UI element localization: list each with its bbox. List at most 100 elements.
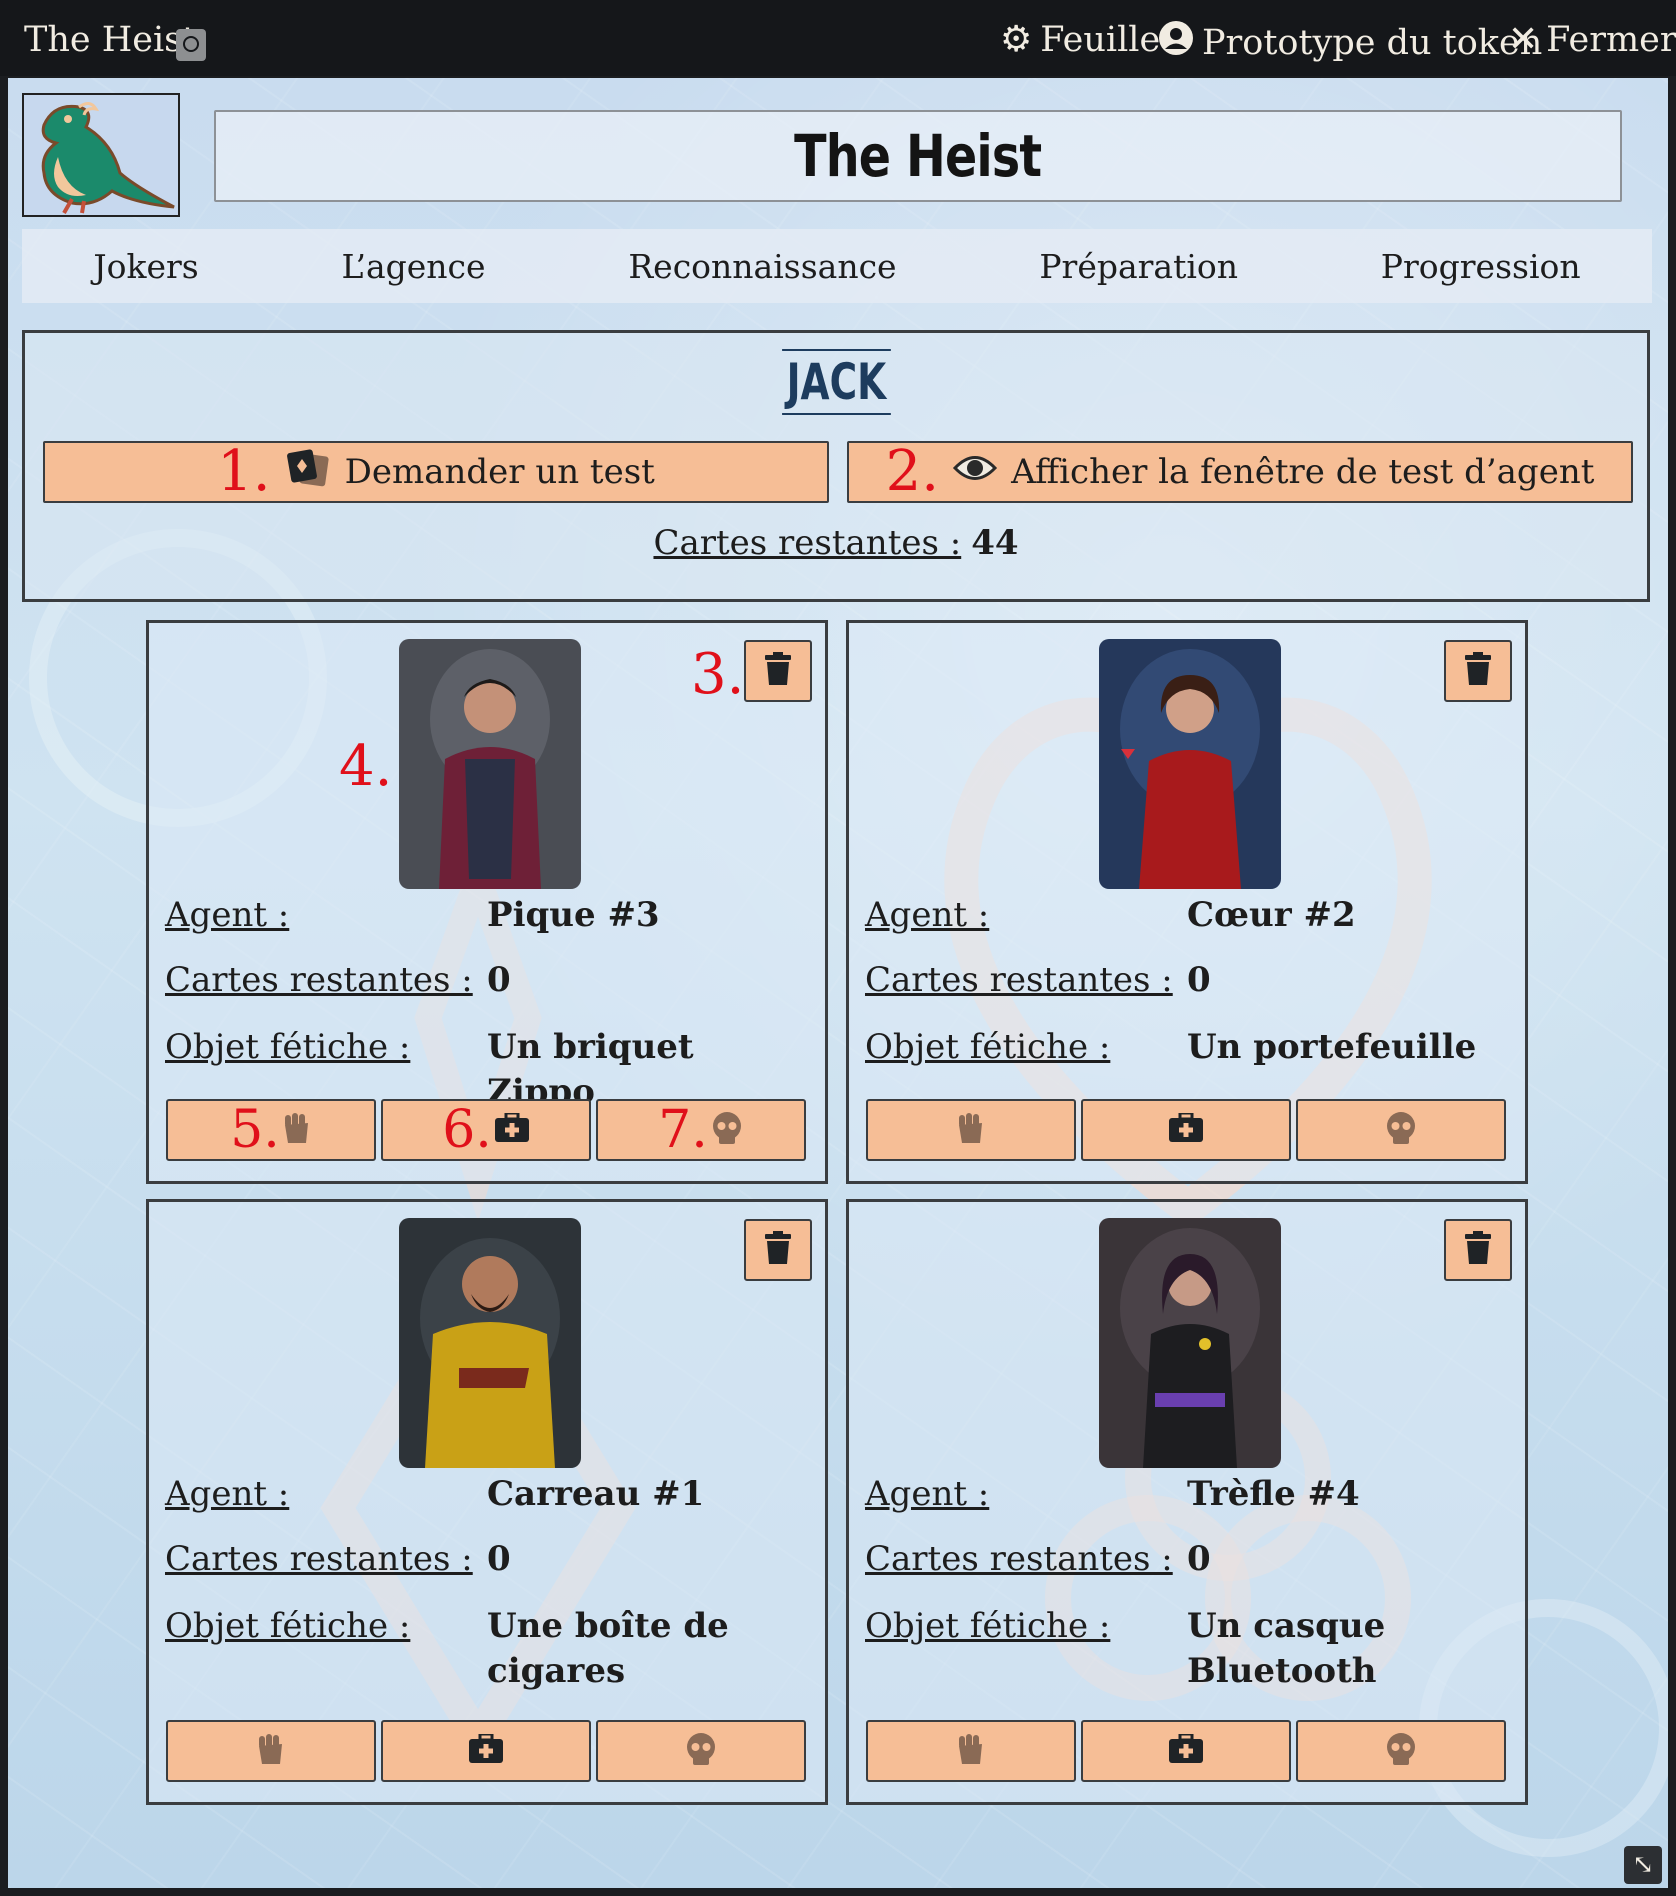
show-agent-test-window-label: Afficher la fenêtre de test d’agent	[1011, 452, 1595, 492]
tab-agence[interactable]: L’agence	[341, 247, 485, 286]
agent-value: Trèfle #4	[1187, 1474, 1360, 1514]
request-test-label: Demander un test	[344, 452, 655, 492]
fist-icon	[256, 1732, 286, 1770]
medkit-action-button[interactable]: 6.	[381, 1099, 591, 1161]
close-button[interactable]: ✕ Fermer	[1508, 20, 1676, 60]
sheet-config-button[interactable]: ⚙ Feuille	[1000, 20, 1160, 60]
character-sheet: The Heist Jokers L’agence Reconnaissance…	[8, 78, 1668, 1888]
fetish-value: Un casque Bluetooth	[1187, 1606, 1386, 1691]
fetish-label: Objet fétiche :	[165, 1606, 411, 1646]
medkit-icon	[494, 1111, 530, 1147]
medkit-action-button[interactable]	[1081, 1720, 1291, 1782]
skull-action-button[interactable]	[596, 1720, 806, 1782]
medkit-action-button[interactable]	[381, 1720, 591, 1782]
actor-name: The Heist	[794, 122, 1042, 190]
remaining-value: 0	[487, 960, 511, 1000]
annotation-1: 1.	[217, 439, 271, 504]
remaining-label: Cartes restantes :	[865, 960, 1173, 1000]
fetish-value: Un portefeuille	[1187, 1027, 1477, 1067]
annotation-6: 6.	[442, 1100, 492, 1160]
skull-action-button[interactable]	[1296, 1099, 1506, 1161]
x-icon: ✕	[1508, 19, 1539, 60]
agent-portrait[interactable]	[399, 639, 581, 889]
jack-remaining-value: 44	[971, 523, 1019, 563]
skull-icon	[710, 1111, 744, 1149]
remaining-value: 0	[1187, 1539, 1211, 1579]
agent-label: Agent :	[165, 895, 290, 935]
agent-portrait[interactable]	[1099, 639, 1281, 889]
delete-agent-button[interactable]	[1444, 640, 1512, 702]
jack-remaining-label: Cartes restantes :	[653, 523, 962, 563]
window-titlebar[interactable]: The Heist ⚙ Feuille Prototype du token ✕…	[0, 0, 1676, 76]
fist-action-button[interactable]	[866, 1099, 1076, 1161]
fist-action-button[interactable]	[166, 1720, 376, 1782]
gear-icon: ⚙	[1000, 19, 1033, 60]
remaining-label: Cartes restantes :	[165, 960, 473, 1000]
skull-action-button[interactable]: 7.	[596, 1099, 806, 1161]
tab-jokers[interactable]: Jokers	[93, 247, 198, 286]
fist-icon	[956, 1732, 986, 1770]
close-label: Fermer	[1546, 20, 1676, 60]
medkit-icon	[1168, 1111, 1204, 1147]
skull-action-button[interactable]	[1296, 1720, 1506, 1782]
show-agent-test-window-button[interactable]: 2. Afficher la fenêtre de test d’agent	[847, 441, 1633, 503]
tab-reconnaissance[interactable]: Reconnaissance	[628, 247, 896, 286]
medkit-icon	[1168, 1732, 1204, 1768]
actor-portrait[interactable]	[22, 93, 180, 217]
skull-icon	[1384, 1111, 1418, 1149]
cards-icon	[285, 448, 331, 496]
remaining-value: 0	[1187, 960, 1211, 1000]
trash-icon	[764, 652, 792, 690]
medkit-action-button[interactable]	[1081, 1099, 1291, 1161]
delete-agent-button[interactable]	[744, 1219, 812, 1281]
trash-icon	[1464, 652, 1492, 690]
agent-card-trefle: Agent : Trèfle #4 Cartes restantes : 0 O…	[846, 1199, 1528, 1805]
agent-card-coeur: Agent : Cœur #2 Cartes restantes : 0 Obj…	[846, 620, 1528, 1184]
medkit-icon	[468, 1732, 504, 1768]
annotation-4: 4.	[339, 734, 393, 799]
annotation-7: 7.	[658, 1100, 708, 1160]
annotation-3: 3.	[691, 642, 745, 707]
agent-card-carreau: Agent : Carreau #1 Cartes restantes : 0 …	[146, 1199, 828, 1805]
agent-card-pique: 4. 3. Agent : Pique #3 Cartes restantes …	[146, 620, 828, 1184]
jack-remaining-cards: Cartes restantes :44	[25, 523, 1647, 563]
fetish-value: Une boîte de cigares	[487, 1606, 729, 1691]
delete-agent-button[interactable]	[744, 640, 812, 702]
agent-label: Agent :	[165, 1474, 290, 1514]
tab-preparation[interactable]: Préparation	[1039, 247, 1238, 286]
fist-icon	[956, 1111, 986, 1149]
actor-name-field[interactable]: The Heist	[214, 110, 1622, 202]
prototype-token-label: Prototype du token	[1202, 22, 1543, 63]
fetish-label: Objet fétiche :	[865, 1606, 1111, 1646]
request-test-button[interactable]: 1. Demander un test	[43, 441, 829, 503]
eye-icon	[952, 451, 998, 494]
trash-icon	[1464, 1231, 1492, 1269]
agent-label: Agent :	[865, 895, 990, 935]
trash-icon	[764, 1231, 792, 1269]
document-id-icon[interactable]	[176, 29, 206, 61]
agent-value: Carreau #1	[487, 1474, 705, 1514]
tab-progression[interactable]: Progression	[1381, 247, 1581, 286]
window-resize-handle[interactable]: ⤡	[1624, 1846, 1662, 1884]
fist-icon	[282, 1111, 312, 1149]
agent-portrait[interactable]	[1099, 1218, 1281, 1468]
annotation-5: 5.	[230, 1100, 280, 1160]
agent-portrait[interactable]	[399, 1218, 581, 1468]
remaining-label: Cartes restantes :	[165, 1539, 473, 1579]
skull-icon	[684, 1732, 718, 1770]
agent-value: Cœur #2	[1187, 895, 1356, 935]
prototype-token-button[interactable]: Prototype du token	[1158, 20, 1542, 65]
sheet-config-label: Feuille	[1040, 20, 1161, 60]
fist-action-button[interactable]: 5.	[166, 1099, 376, 1161]
jack-panel: JACK 1. Demander un test 2. Afficher la …	[22, 330, 1650, 602]
jack-title: JACK	[25, 349, 1647, 415]
remaining-value: 0	[487, 1539, 511, 1579]
fetish-label: Objet fétiche :	[865, 1027, 1111, 1067]
agent-label: Agent :	[865, 1474, 990, 1514]
fist-action-button[interactable]	[866, 1720, 1076, 1782]
agent-value: Pique #3	[487, 895, 660, 935]
delete-agent-button[interactable]	[1444, 1219, 1512, 1281]
remaining-label: Cartes restantes :	[865, 1539, 1173, 1579]
magpie-logo-icon	[24, 95, 178, 215]
skull-icon	[1384, 1732, 1418, 1770]
